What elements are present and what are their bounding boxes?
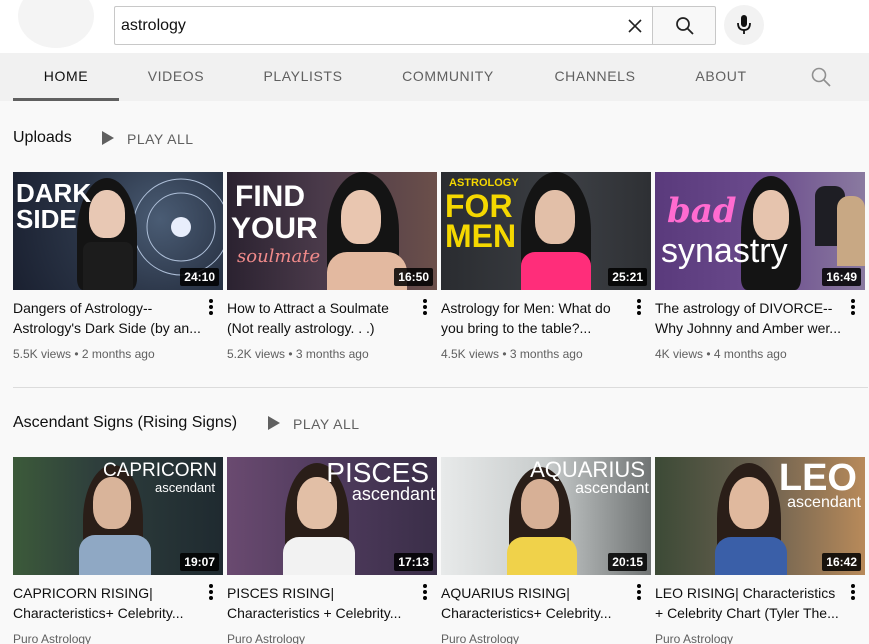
view-count: 5.2K views	[227, 347, 286, 361]
video-title[interactable]: PISCES RISING| Characteristics + Celebri…	[227, 583, 415, 623]
thumbnail-text: ascendant	[155, 480, 215, 495]
thumbnail-text: soulmate	[237, 246, 321, 267]
section-title-ascendant: Ascendant Signs (Rising Signs)	[13, 414, 238, 431]
channel-name[interactable]: Puro Astrology	[13, 632, 213, 644]
video-title[interactable]: LEO RISING| Characteristics + Celebrity …	[655, 583, 843, 623]
video-title[interactable]: How to Attract a Soulmate (Not really as…	[227, 298, 415, 338]
video-card[interactable]: bad synastry 16:49 The astrology of DIVO…	[655, 172, 865, 361]
upload-age: 2 months ago	[81, 347, 155, 361]
search-button[interactable]	[652, 6, 716, 45]
thumbnail-text: ascendant	[351, 484, 435, 504]
more-options-icon[interactable]	[635, 583, 643, 601]
video-thumbnail[interactable]: ASTROLOGY FOR MEN 25:21	[441, 172, 651, 290]
channel-search-icon[interactable]	[810, 66, 832, 88]
channel-name[interactable]: Puro Astrology	[227, 632, 427, 644]
duration-badge: 16:50	[394, 268, 433, 286]
search-box[interactable]	[114, 6, 653, 45]
video-title[interactable]: AQUARIUS RISING| Characteristics+ Celebr…	[441, 583, 629, 623]
view-count: 4K views	[655, 347, 704, 361]
tab-channels[interactable]: CHANNELS	[543, 53, 647, 101]
upload-age: 4 months ago	[713, 347, 787, 361]
video-thumbnail[interactable]: CAPRICORN ascendant 19:07	[13, 457, 223, 575]
thumbnail-text: LEO	[778, 457, 857, 499]
thumbnail-text: PISCES	[326, 457, 429, 488]
video-thumbnail[interactable]: DARK SIDE 24:10	[13, 172, 223, 290]
play-icon	[102, 131, 114, 145]
more-options-icon[interactable]	[421, 583, 429, 601]
video-thumbnail[interactable]: FIND YOUR soulmate 16:50	[227, 172, 437, 290]
video-card[interactable]: DARK SIDE 24:10 Dangers of Astrology--As…	[13, 172, 223, 361]
thumbnail-text: YOUR	[231, 212, 318, 245]
video-card[interactable]: CAPRICORN ascendant 19:07 CAPRICORN RISI…	[13, 457, 223, 644]
video-card[interactable]: FIND YOUR soulmate 16:50 How to Attract …	[227, 172, 437, 361]
thumbnail-text: DARK	[16, 178, 92, 208]
more-options-icon[interactable]	[849, 298, 857, 316]
tab-playlists[interactable]: PLAYLISTS	[252, 53, 354, 101]
thumbnail-text: SIDE	[16, 204, 77, 234]
video-meta: 5.2K views • 3 months ago	[227, 347, 369, 361]
video-meta: 5.5K views • 2 months ago	[13, 347, 155, 361]
upload-age: 3 months ago	[509, 347, 583, 361]
video-card[interactable]: ASTROLOGY FOR MEN 25:21 Astrology for Me…	[441, 172, 651, 361]
thumbnail-text: AQUARIUS	[530, 457, 645, 482]
channel-tabs: HOME VIDEOS PLAYLISTS COMMUNITY CHANNELS…	[0, 53, 869, 101]
thumbnail-text: MEN	[445, 218, 517, 254]
more-options-icon[interactable]	[849, 583, 857, 601]
duration-badge: 24:10	[180, 268, 219, 286]
thumbnail-text: FIND	[235, 180, 305, 213]
play-icon	[268, 416, 280, 430]
video-title[interactable]: CAPRICORN RISING| Characteristics+ Celeb…	[13, 583, 201, 623]
duration-badge: 20:15	[608, 553, 647, 571]
mic-icon	[737, 15, 751, 34]
duration-badge: 16:42	[822, 553, 861, 571]
video-thumbnail[interactable]: PISCES ascendant 17:13	[227, 457, 437, 575]
upload-age: 3 months ago	[295, 347, 369, 361]
play-all-button[interactable]: PLAY ALL	[293, 416, 360, 432]
channel-name[interactable]: Puro Astrology	[655, 632, 855, 644]
close-icon[interactable]	[625, 16, 645, 36]
thumbnail-text: CAPRICORN	[102, 460, 217, 481]
video-thumbnail[interactable]: LEO ascendant 16:42	[655, 457, 865, 575]
tab-home[interactable]: HOME	[13, 53, 119, 101]
more-options-icon[interactable]	[421, 298, 429, 316]
section-divider	[13, 387, 868, 388]
thumbnail-text: synastry	[661, 232, 788, 270]
video-card[interactable]: PISCES ascendant 17:13 PISCES RISING| Ch…	[227, 457, 437, 644]
duration-badge: 17:13	[394, 553, 433, 571]
thumbnail-text: bad	[667, 191, 737, 231]
search-input[interactable]	[121, 15, 611, 37]
tab-community[interactable]: COMMUNITY	[390, 53, 506, 101]
search-icon	[676, 17, 694, 35]
more-options-icon[interactable]	[207, 583, 215, 601]
tab-videos[interactable]: VIDEOS	[136, 53, 216, 101]
video-meta: 4.5K views • 3 months ago	[441, 347, 583, 361]
video-title[interactable]: Dangers of Astrology--Astrology's Dark S…	[13, 298, 201, 338]
channel-avatar[interactable]	[18, 0, 94, 48]
more-options-icon[interactable]	[635, 298, 643, 316]
play-all-button[interactable]: PLAY ALL	[127, 131, 194, 147]
video-title[interactable]: Astrology for Men: What do you bring to …	[441, 298, 629, 338]
duration-badge: 19:07	[180, 553, 219, 571]
video-meta: 4K views • 4 months ago	[655, 347, 787, 361]
section-title-uploads: Uploads	[13, 129, 72, 146]
thumbnail-text: ascendant	[575, 480, 649, 497]
channel-name[interactable]: Puro Astrology	[441, 632, 641, 644]
duration-badge: 16:49	[822, 268, 861, 286]
more-options-icon[interactable]	[207, 298, 215, 316]
tab-about[interactable]: ABOUT	[684, 53, 758, 101]
video-title[interactable]: The astrology of DIVORCE--Why Johnny and…	[655, 298, 843, 338]
video-thumbnail[interactable]: bad synastry 16:49	[655, 172, 865, 290]
top-bar	[0, 0, 869, 53]
video-card[interactable]: LEO ascendant 16:42 LEO RISING| Characte…	[655, 457, 865, 644]
video-thumbnail[interactable]: AQUARIUS ascendant 20:15	[441, 457, 651, 575]
view-count: 5.5K views	[13, 347, 72, 361]
video-card[interactable]: AQUARIUS ascendant 20:15 AQUARIUS RISING…	[441, 457, 651, 644]
thumbnail-text: ascendant	[787, 494, 861, 511]
mic-button[interactable]	[724, 5, 764, 45]
view-count: 4.5K views	[441, 347, 500, 361]
duration-badge: 25:21	[608, 268, 647, 286]
